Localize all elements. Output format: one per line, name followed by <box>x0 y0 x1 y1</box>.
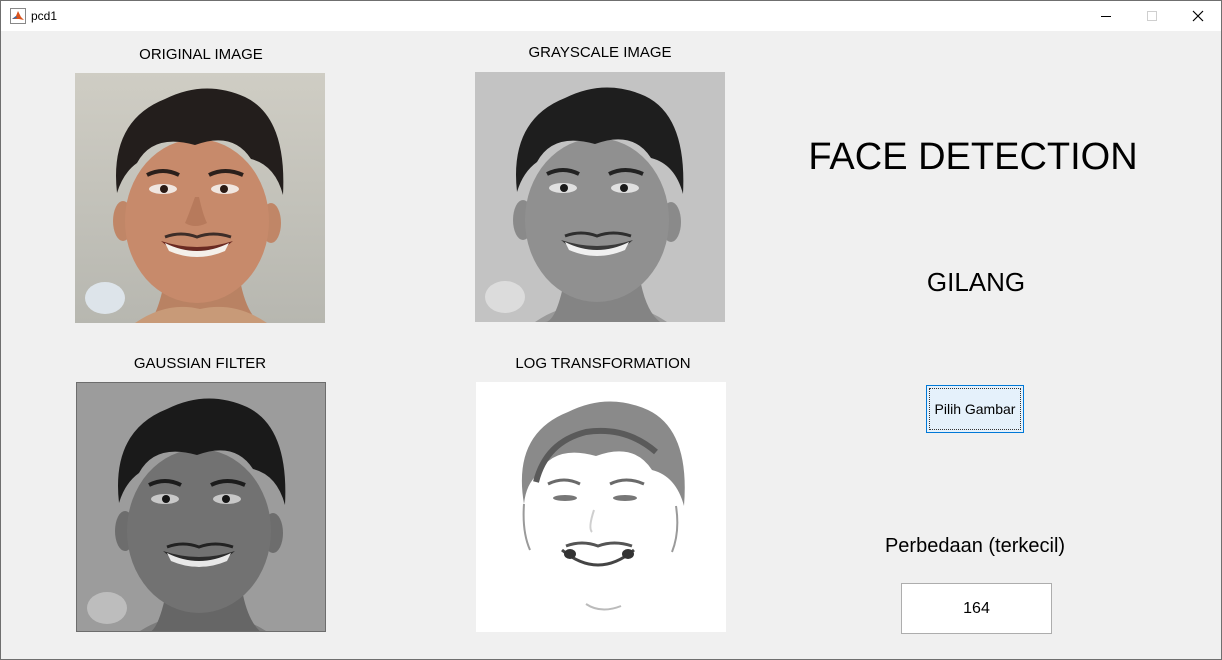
app-window: pcd1 ORIGINAL IMAGE GRAYSCALE IMAGE GAUS… <box>0 0 1222 660</box>
grayscale-image-caption: GRAYSCALE IMAGE <box>528 44 672 61</box>
difference-value-field: 164 <box>901 583 1052 634</box>
minimize-icon[interactable] <box>1083 1 1129 31</box>
window-title: pcd1 <box>31 9 58 23</box>
close-icon[interactable] <box>1175 1 1221 31</box>
difference-label: Perbedaan (terkecil) <box>884 535 1066 557</box>
pick-image-button[interactable]: Pilih Gambar <box>926 385 1024 433</box>
grayscale-image <box>475 72 725 322</box>
gaussian-filter-caption: GAUSSIAN FILTER <box>133 355 267 372</box>
person-name-label: GILANG <box>926 267 1026 297</box>
original-image <box>75 73 325 323</box>
difference-value: 164 <box>963 599 990 617</box>
log-transformation-caption: LOG TRANSFORMATION <box>515 355 691 372</box>
maximize-icon[interactable] <box>1129 1 1175 31</box>
original-image-caption: ORIGINAL IMAGE <box>139 46 263 63</box>
title-bar[interactable]: pcd1 <box>1 1 1221 31</box>
log-transformation-image <box>476 382 726 632</box>
gaussian-filter-image <box>76 382 326 632</box>
matlab-icon <box>10 8 26 24</box>
app-heading: FACE DETECTION <box>808 136 1138 178</box>
